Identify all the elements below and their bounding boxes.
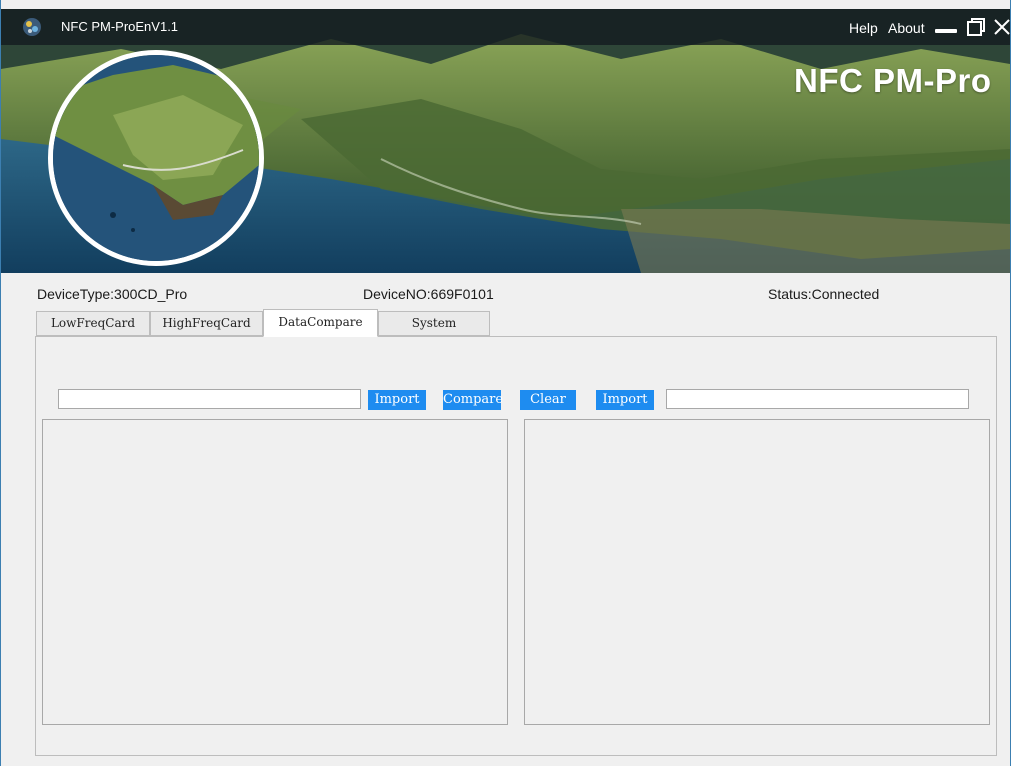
right-data-textarea[interactable] xyxy=(524,419,990,725)
right-file-path-input[interactable] xyxy=(666,389,969,409)
window-border-left xyxy=(0,0,1,766)
app-icon xyxy=(21,16,43,38)
tab-data-compare[interactable]: DataCompare xyxy=(263,309,378,337)
connection-status-label: Status:Connected xyxy=(768,286,880,302)
device-number-label: DeviceNO:669F0101 xyxy=(363,286,494,302)
tab-system[interactable]: System xyxy=(378,311,490,336)
compare-button[interactable]: Compare xyxy=(443,390,503,410)
import-left-button[interactable]: Import xyxy=(368,390,426,410)
window-title: NFC PM-ProEnV1.1 xyxy=(61,19,179,34)
about-menu[interactable]: About xyxy=(888,20,925,36)
title-bar: NFC PM-ProEnV1.1 Help About xyxy=(1,9,1010,45)
profile-image xyxy=(48,50,264,266)
left-data-textarea[interactable] xyxy=(42,419,508,725)
app-window: NFC PM-ProEnV1.1 Help About NFC PM-Pro D… xyxy=(0,0,1011,766)
tab-high-freq-card[interactable]: HighFreqCard xyxy=(150,311,263,336)
maximize-icon[interactable] xyxy=(965,16,987,38)
minimize-icon[interactable] xyxy=(935,25,957,39)
coastline-thumbnail xyxy=(53,55,259,261)
close-icon[interactable] xyxy=(993,17,1011,37)
clear-button[interactable]: Clear xyxy=(520,390,576,410)
tab-low-freq-card[interactable]: LowFreqCard xyxy=(36,311,150,336)
import-right-button[interactable]: Import xyxy=(596,390,654,410)
brand-title: NFC PM-Pro xyxy=(794,62,992,99)
left-file-path-input[interactable] xyxy=(58,389,361,409)
device-type-label: DeviceType:300CD_Pro xyxy=(37,286,188,302)
help-menu[interactable]: Help xyxy=(849,20,878,36)
